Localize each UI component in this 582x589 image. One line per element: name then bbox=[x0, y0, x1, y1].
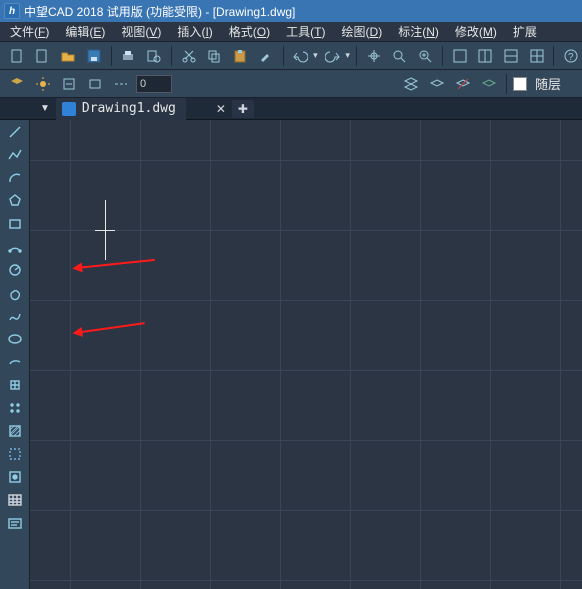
circle-tool-icon[interactable] bbox=[2, 258, 28, 281]
copy-icon[interactable] bbox=[204, 45, 226, 67]
layout1-icon[interactable] bbox=[449, 45, 471, 67]
pan-icon[interactable] bbox=[363, 45, 385, 67]
separator bbox=[111, 46, 112, 66]
menu-modify[interactable]: 修改(M) bbox=[455, 23, 497, 40]
tab-drawing1[interactable]: Drawing1.dwg bbox=[56, 98, 186, 120]
help-icon[interactable]: ? bbox=[560, 45, 582, 67]
menu-extend[interactable]: 扩展 bbox=[513, 23, 537, 40]
separator bbox=[171, 46, 172, 66]
redo-dropdown-icon[interactable]: ▾ bbox=[345, 50, 350, 61]
tab-filename: Drawing1.dwg bbox=[82, 101, 176, 116]
svg-text:?: ? bbox=[568, 52, 574, 63]
text-tool-icon[interactable] bbox=[2, 511, 28, 534]
paste-icon[interactable] bbox=[229, 45, 251, 67]
drawing-canvas[interactable] bbox=[30, 120, 582, 589]
print-icon[interactable] bbox=[118, 45, 140, 67]
zoom-ext-icon[interactable] bbox=[389, 45, 411, 67]
separator bbox=[442, 46, 443, 66]
toolbar-properties: 随层 bbox=[0, 70, 582, 98]
menubar: 文件(F) 编辑(E) 视图(V) 插入(I) 格式(O) 工具(T) 绘图(D… bbox=[0, 22, 582, 42]
point-tool-icon[interactable] bbox=[2, 396, 28, 419]
table-tool-icon[interactable] bbox=[2, 488, 28, 511]
document-tabs: ▼ Drawing1.dwg ✕ ✚ bbox=[0, 98, 582, 120]
linetype-icon[interactable] bbox=[110, 73, 132, 95]
sun-icon[interactable] bbox=[32, 73, 54, 95]
tab-new-icon[interactable]: ✚ bbox=[232, 100, 254, 118]
hatch-tool-icon[interactable] bbox=[2, 419, 28, 442]
canvas-grid bbox=[30, 120, 582, 589]
menu-file[interactable]: 文件(F) bbox=[10, 23, 49, 40]
menu-draw[interactable]: 绘图(D) bbox=[342, 23, 383, 40]
match-prop-icon[interactable] bbox=[255, 45, 277, 67]
separator bbox=[283, 46, 284, 66]
polygon-tool-icon[interactable] bbox=[2, 189, 28, 212]
window-title: 中望CAD 2018 试用版 (功能受限) - [Drawing1.dwg] bbox=[24, 3, 295, 20]
crosshair-cursor bbox=[105, 230, 106, 231]
layer-del-icon[interactable] bbox=[426, 73, 448, 95]
menu-tools[interactable]: 工具(T) bbox=[286, 23, 325, 40]
tab-close-icon[interactable]: ✕ bbox=[216, 102, 226, 116]
arc-tool-icon[interactable] bbox=[2, 166, 28, 189]
boundary-tool-icon[interactable] bbox=[2, 465, 28, 488]
new-icon[interactable] bbox=[6, 45, 28, 67]
menu-dim[interactable]: 标注(N) bbox=[398, 23, 439, 40]
cut-icon[interactable] bbox=[178, 45, 200, 67]
separator bbox=[506, 74, 507, 94]
lineweight-input[interactable] bbox=[136, 75, 172, 93]
layer-tool-icon[interactable] bbox=[6, 73, 28, 95]
menu-format[interactable]: 格式(O) bbox=[229, 23, 270, 40]
layer-new-icon[interactable] bbox=[400, 73, 422, 95]
menu-edit[interactable]: 编辑(E) bbox=[65, 23, 105, 40]
tabs-dropdown-icon[interactable]: ▼ bbox=[40, 103, 50, 114]
layer-match-icon[interactable] bbox=[58, 73, 80, 95]
layout3-icon[interactable] bbox=[500, 45, 522, 67]
blank-icon[interactable] bbox=[32, 45, 54, 67]
ellipse-arc-tool-icon[interactable] bbox=[2, 350, 28, 373]
layer-off-icon[interactable] bbox=[452, 73, 474, 95]
region-tool-icon[interactable] bbox=[2, 442, 28, 465]
undo-icon[interactable] bbox=[290, 45, 312, 67]
save-icon[interactable] bbox=[83, 45, 105, 67]
print-preview-icon[interactable] bbox=[143, 45, 165, 67]
bylayer-checkbox[interactable] bbox=[513, 77, 527, 91]
polyline-tool-icon[interactable] bbox=[2, 143, 28, 166]
toolbar-standard: ▾ ▾ ? bbox=[0, 42, 582, 70]
app-logo-icon: h bbox=[4, 3, 20, 19]
layout4-icon[interactable] bbox=[526, 45, 548, 67]
arc3p-tool-icon[interactable] bbox=[2, 235, 28, 258]
rectangle-tool-icon[interactable] bbox=[2, 212, 28, 235]
layer-state-icon[interactable] bbox=[84, 73, 106, 95]
bylayer-label: 随层 bbox=[535, 74, 561, 93]
redo-icon[interactable] bbox=[322, 45, 344, 67]
menu-insert[interactable]: 插入(I) bbox=[177, 23, 212, 40]
layout2-icon[interactable] bbox=[474, 45, 496, 67]
spline-tool-icon[interactable] bbox=[2, 304, 28, 327]
undo-dropdown-icon[interactable]: ▾ bbox=[313, 50, 318, 61]
block-tool-icon[interactable] bbox=[2, 373, 28, 396]
layer-freeze-icon[interactable] bbox=[478, 73, 500, 95]
dwg-file-icon bbox=[62, 102, 76, 116]
menu-view[interactable]: 视图(V) bbox=[121, 23, 161, 40]
separator bbox=[553, 46, 554, 66]
line-tool-icon[interactable] bbox=[2, 120, 28, 143]
titlebar: h 中望CAD 2018 试用版 (功能受限) - [Drawing1.dwg] bbox=[0, 0, 582, 22]
revcloud-tool-icon[interactable] bbox=[2, 281, 28, 304]
separator bbox=[356, 46, 357, 66]
zoom-win-icon[interactable] bbox=[414, 45, 436, 67]
ellipse-tool-icon[interactable] bbox=[2, 327, 28, 350]
open-icon[interactable] bbox=[57, 45, 79, 67]
toolbar-draw bbox=[0, 120, 30, 589]
